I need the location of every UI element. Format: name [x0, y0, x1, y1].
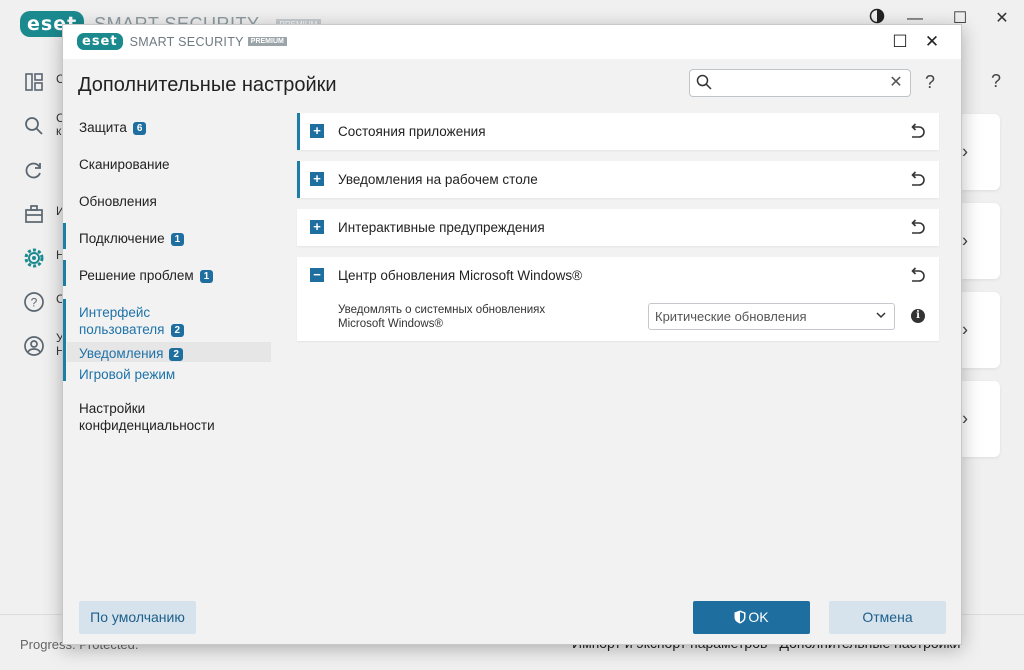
sidebar-item-label: Защита	[79, 120, 127, 135]
dialog-maximize-button[interactable]: ☐	[889, 31, 911, 53]
clear-search-icon[interactable]: ✕	[886, 73, 906, 93]
sidebar-item-protection[interactable]: Защита 6	[79, 119, 147, 136]
dialog-header: Дополнительные настройки ✕ ?	[63, 59, 961, 109]
shield-icon	[734, 603, 746, 636]
count-badge: 2	[170, 324, 185, 337]
chevron-down-icon	[875, 309, 887, 324]
dialog-close-button[interactable]: ✕	[921, 31, 943, 53]
sidebar-item-label: Игровой режим	[79, 367, 176, 382]
chevron-right-icon: ›	[962, 230, 968, 251]
section-title: Уведомления на рабочем столе	[338, 172, 538, 187]
expand-plus-icon[interactable]: +	[310, 220, 324, 234]
update-level-dropdown[interactable]: Критические обновления	[648, 303, 895, 330]
sidebar-item-label: Обновления	[79, 194, 157, 209]
ok-button[interactable]: OK	[693, 601, 810, 634]
search-box[interactable]: ✕	[689, 69, 911, 97]
sidebar-indicator	[63, 260, 66, 286]
sidebar-item-updates[interactable]: Обновления	[79, 193, 157, 210]
sidebar-item-label: пользователя	[79, 322, 165, 337]
chevron-right-icon: ›	[962, 141, 968, 162]
sidebar-item-label: Подключение	[79, 231, 165, 246]
account-icon[interactable]	[20, 332, 48, 360]
section-windows-update: − Центр обновления Microsoft Windows® Ув…	[297, 257, 939, 341]
sidebar-item-label: Сканирование	[79, 157, 170, 172]
edition-badge: PREMIUM	[247, 37, 287, 46]
sidebar-item-privacy[interactable]: Настройки конфиденциальности	[79, 400, 215, 434]
collapse-minus-icon[interactable]: −	[310, 268, 324, 282]
sidebar-item-user-interface[interactable]: Интерфейс пользователя 2	[79, 304, 185, 338]
refresh-icon[interactable]	[20, 156, 48, 184]
setting-label: Уведомлять о системных обновлениях Micro…	[338, 303, 598, 331]
expand-plus-icon[interactable]: +	[310, 172, 324, 186]
sidebar-item-connection[interactable]: Подключение 1	[79, 230, 185, 247]
undo-icon[interactable]	[907, 217, 927, 237]
sidebar-item-scan[interactable]: Сканирование	[79, 156, 170, 173]
section-interactive-alerts[interactable]: + Интерактивные предупреждения	[297, 209, 939, 246]
undo-icon[interactable]	[907, 169, 927, 189]
cancel-button[interactable]: Отмена	[829, 601, 946, 634]
dialog-titlebar: eset SMART SECURITY PREMIUM ☐ ✕	[63, 25, 961, 59]
count-badge: 1	[199, 270, 214, 283]
setting-label-line: Microsoft Windows®	[338, 318, 443, 330]
eset-logo: eset	[77, 33, 123, 50]
sidebar-item-gamer-mode[interactable]: Игровой режим	[79, 366, 175, 383]
sidebar-indicator	[63, 223, 66, 249]
main-help-icon[interactable]: ?	[985, 70, 1007, 92]
search-input[interactable]	[716, 74, 880, 92]
chevron-right-icon: ›	[962, 408, 968, 429]
overview-card[interactable]: ›	[962, 381, 1000, 457]
section-desktop-notifications[interactable]: + Уведомления на рабочем столе	[297, 161, 939, 198]
product-name: SMART SECURITY	[129, 34, 244, 49]
section-accent	[297, 113, 300, 150]
briefcase-icon[interactable]	[20, 200, 48, 228]
count-badge: 1	[170, 233, 185, 246]
expand-plus-icon[interactable]: +	[310, 124, 324, 138]
sidebar-item-label: Уведомления	[79, 346, 164, 361]
sidebar-item-label: Настройки	[79, 401, 146, 416]
dialog-logo: eset SMART SECURITY PREMIUM	[77, 33, 287, 50]
help-icon[interactable]: ?	[925, 72, 935, 93]
undo-icon[interactable]	[907, 121, 927, 141]
page-title: Дополнительные настройки	[78, 74, 337, 96]
search-icon[interactable]	[20, 112, 48, 140]
sidebar-indicator	[63, 299, 66, 381]
info-icon[interactable]: i	[911, 309, 925, 323]
sidebar-item-label: конфиденциальности	[79, 418, 215, 433]
gear-icon[interactable]	[20, 244, 48, 272]
dashboard-icon[interactable]	[20, 68, 48, 96]
advanced-setup-dialog: eset SMART SECURITY PREMIUM ☐ ✕ Дополнит…	[62, 24, 962, 645]
section-title: Состояния приложения	[338, 124, 486, 139]
sidebar-item-label: Интерфейс	[79, 305, 151, 320]
count-badge: 6	[132, 122, 147, 135]
setting-label-line: Уведомлять о системных обновлениях	[338, 304, 546, 316]
sidebar-item-notifications[interactable]: Уведомления 2	[79, 345, 183, 362]
default-button[interactable]: По умолчанию	[79, 601, 196, 634]
section-title: Интерактивные предупреждения	[338, 220, 545, 235]
close-button[interactable]: ✕	[991, 8, 1013, 30]
count-badge: 2	[169, 348, 183, 361]
section-title: Центр обновления Microsoft Windows®	[338, 268, 583, 283]
overview-card[interactable]: ›	[962, 114, 1000, 190]
section-accent	[297, 161, 300, 198]
section-application-statuses[interactable]: + Состояния приложения	[297, 113, 939, 150]
sidebar-item-troubleshooting[interactable]: Решение проблем 1	[79, 267, 214, 284]
search-icon	[696, 74, 712, 95]
sidebar-item-label: Решение проблем	[79, 268, 194, 283]
help-icon[interactable]: ?	[20, 288, 48, 316]
chevron-right-icon: ›	[962, 319, 968, 340]
dropdown-value: Критические обновления	[655, 309, 807, 324]
overview-card[interactable]: ›	[962, 292, 1000, 368]
ok-label: OK	[748, 609, 769, 625]
overview-card[interactable]: ›	[962, 203, 1000, 279]
undo-icon[interactable]	[907, 265, 927, 285]
svg-text:?: ?	[31, 296, 38, 310]
